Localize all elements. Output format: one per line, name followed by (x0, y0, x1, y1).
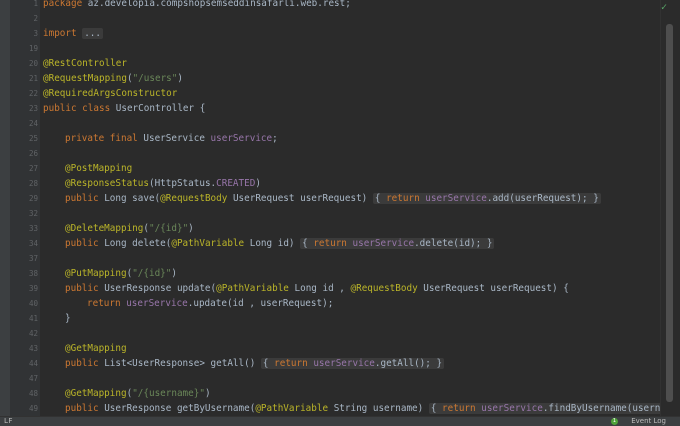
line-number: 32 (28, 209, 38, 218)
code-line[interactable]: public Long delete(@PathVariable Long id… (65, 236, 495, 251)
event-log-icon[interactable]: 1 (611, 418, 618, 425)
code-line[interactable]: @RequiredArgsConstructor (43, 86, 177, 101)
line-number: 27 (28, 164, 38, 173)
code-line[interactable]: @PutMapping("/{id}") (65, 266, 177, 281)
code-line[interactable]: public UserResponse getByUsername(@PathV… (65, 401, 660, 416)
line-number: 49 (28, 404, 38, 413)
code-line[interactable]: private final UserService userService; (65, 131, 278, 146)
line-number: 21 (28, 74, 38, 83)
line-number: 23 (28, 104, 38, 113)
line-ending[interactable]: LF (4, 417, 12, 426)
line-number: 44 (28, 359, 38, 368)
code-editor[interactable]: package az.developia.compshopsemseddinsa… (40, 0, 660, 416)
line-number: 33 (28, 224, 38, 233)
code-line[interactable]: @RestController (43, 56, 127, 71)
line-number: 43 (28, 344, 38, 353)
status-bar: LF 1 Event Log (0, 416, 680, 426)
check-icon[interactable]: ✓ (658, 2, 670, 14)
code-line[interactable]: public Long save(@RequestBody UserReques… (65, 191, 601, 206)
code-line[interactable]: public class UserController { (43, 101, 205, 116)
code-line[interactable]: @GetMapping (65, 341, 127, 356)
line-number: 28 (28, 179, 38, 188)
code-line[interactable]: @ResponseStatus(HttpStatus.CREATED) (65, 176, 261, 191)
code-line[interactable]: @DeleteMapping("/{id}") (65, 221, 194, 236)
line-number: 26 (28, 149, 38, 158)
vertical-scrollbar-thumb[interactable] (666, 24, 673, 402)
code-line[interactable]: public List<UserResponse> getAll() { ret… (65, 356, 445, 371)
code-line[interactable]: @PostMapping (65, 161, 132, 176)
line-number: 20 (28, 59, 38, 68)
line-number: 38 (28, 269, 38, 278)
line-number: 19 (28, 44, 38, 53)
code-line[interactable]: public UserResponse update(@PathVariable… (65, 281, 569, 296)
folded-imports[interactable]: ... (82, 28, 103, 39)
code-line[interactable]: return userService.update(id , userReque… (87, 296, 333, 311)
code-line[interactable]: package az.developia.compshopsemseddinsa… (43, 0, 351, 11)
line-number: 48 (28, 389, 38, 398)
line-number: 25 (28, 134, 38, 143)
line-number: 1 (33, 0, 38, 8)
line-number: 22 (28, 89, 38, 98)
line-number: 24 (28, 119, 38, 128)
line-number: 34 (28, 239, 38, 248)
line-number: 29 (28, 194, 38, 203)
left-tool-strip (0, 0, 10, 426)
line-number: 37 (28, 254, 38, 263)
line-number: 40 (28, 299, 38, 308)
line-number-gutter: 1 2 3 19 20 21 22 23 24 25 26 27 28 29 3… (10, 0, 40, 416)
code-line[interactable]: } (65, 311, 71, 326)
line-number: 47 (28, 374, 38, 383)
code-line[interactable]: @RequestMapping("/users") (43, 71, 183, 86)
line-number: 41 (28, 314, 38, 323)
event-log-button[interactable]: Event Log (631, 417, 666, 426)
line-number: 42 (28, 329, 38, 338)
line-number: 39 (28, 284, 38, 293)
code-line[interactable]: @GetMapping("/{username}") (65, 386, 211, 401)
line-number: 2 (33, 14, 38, 23)
code-line[interactable]: import ... (43, 26, 103, 41)
line-number: 3 (33, 29, 38, 38)
